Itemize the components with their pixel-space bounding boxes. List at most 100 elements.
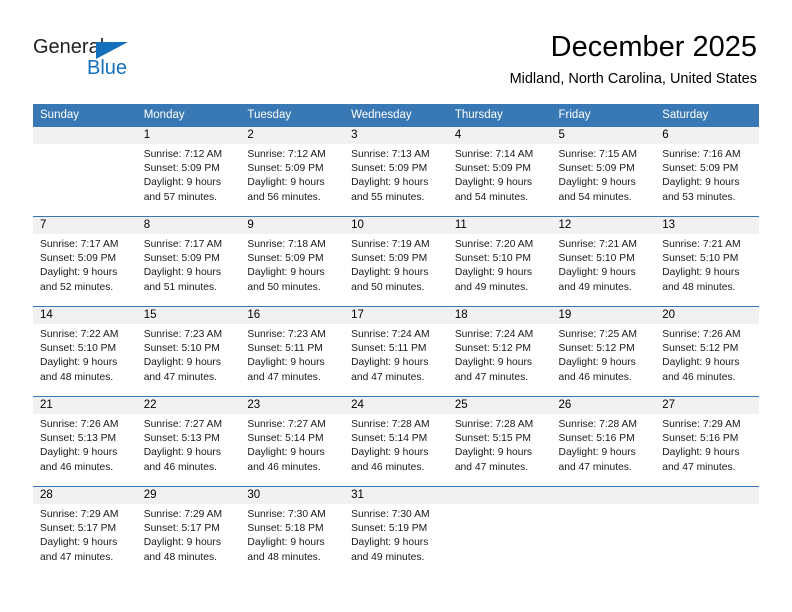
day-sun-info: Sunrise: 7:30 AM Sunset: 5:19 PM Daylight:… bbox=[344, 504, 448, 565]
day-cell[interactable]: 15 Sunrise: 7:23 AM Sunset: 5:10 PM Dayligh… bbox=[136, 307, 241, 396]
day-cell[interactable]: 1 Sunrise: 7:12 AM Sunset: 5:09 PM Daylight… bbox=[136, 127, 241, 216]
day-cell[interactable]: 19 Sunrise: 7:25 AM Sunset: 5:12 PM Dayligh… bbox=[551, 307, 656, 396]
day-cell[interactable]: 28 Sunrise: 7:29 AM Sunset: 5:17 PM Dayligh… bbox=[33, 487, 137, 576]
day-cell[interactable]: 31 Sunrise: 7:30 AM Sunset: 5:19 PM Dayligh… bbox=[344, 487, 448, 576]
day-number: 5 bbox=[551, 127, 656, 144]
calendar-cell bbox=[447, 486, 552, 576]
calendar-cell bbox=[655, 486, 759, 576]
sunrise-time: Sunrise: 7:16 AM bbox=[662, 149, 741, 160]
sunrise-time: Sunrise: 7:30 AM bbox=[247, 509, 326, 520]
day-cell[interactable]: 30 Sunrise: 7:30 AM Sunset: 5:18 PM Dayligh… bbox=[240, 487, 345, 576]
calendar-cell: 28 Sunrise: 7:29 AM Sunset: 5:17 PM Dayligh… bbox=[33, 486, 137, 576]
day-cell[interactable]: 27 Sunrise: 7:29 AM Sunset: 5:16 PM Dayligh… bbox=[655, 397, 759, 486]
daylight-duration-line2: and 55 minutes. bbox=[351, 191, 425, 203]
day-sun-info: Sunrise: 7:17 AM Sunset: 5:09 PM Daylight:… bbox=[137, 234, 241, 295]
daylight-duration-line1: Daylight: 9 hours bbox=[40, 447, 118, 459]
daylight-duration-line1: Daylight: 9 hours bbox=[247, 177, 325, 189]
sunset-time: Sunset: 5:12 PM bbox=[454, 343, 531, 355]
daylight-duration-line2: and 46 minutes. bbox=[351, 461, 425, 473]
sunrise-time: Sunrise: 7:22 AM bbox=[40, 329, 119, 340]
day-cell[interactable]: 26 Sunrise: 7:28 AM Sunset: 5:16 PM Dayligh… bbox=[551, 397, 656, 486]
day-cell[interactable]: 18 Sunrise: 7:24 AM Sunset: 5:12 PM Dayligh… bbox=[447, 307, 552, 396]
day-cell[interactable]: 14 Sunrise: 7:22 AM Sunset: 5:10 PM Dayligh… bbox=[33, 307, 137, 396]
day-sun-info: Sunrise: 7:24 AM Sunset: 5:12 PM Daylight:… bbox=[448, 324, 552, 385]
calendar-cell: 7 Sunrise: 7:17 AM Sunset: 5:09 PM Daylight… bbox=[33, 216, 137, 307]
day-cell[interactable]: 13 Sunrise: 7:21 AM Sunset: 5:10 PM Dayligh… bbox=[655, 217, 759, 306]
calendar-cell: 3 Sunrise: 7:13 AM Sunset: 5:09 PM Daylight… bbox=[344, 126, 448, 217]
day-number: 21 bbox=[33, 397, 137, 414]
sunset-time: Sunset: 5:09 PM bbox=[662, 163, 739, 175]
calendar-week-row: 28 Sunrise: 7:29 AM Sunset: 5:17 PM Dayligh… bbox=[33, 486, 759, 576]
day-cell[interactable]: 2 Sunrise: 7:12 AM Sunset: 5:09 PM Daylight… bbox=[240, 127, 345, 216]
day-number: 20 bbox=[655, 307, 759, 324]
day-cell[interactable]: 22 Sunrise: 7:27 AM Sunset: 5:13 PM Dayligh… bbox=[136, 397, 241, 486]
calendar-cell: 15 Sunrise: 7:23 AM Sunset: 5:10 PM Dayligh… bbox=[136, 306, 241, 397]
day-cell-empty bbox=[655, 487, 759, 576]
calendar-cell: 9 Sunrise: 7:18 AM Sunset: 5:09 PM Daylight… bbox=[240, 216, 345, 307]
day-cell[interactable]: 5 Sunrise: 7:15 AM Sunset: 5:09 PM Daylight… bbox=[551, 127, 656, 216]
sunrise-time: Sunrise: 7:30 AM bbox=[351, 509, 430, 520]
sunrise-time: Sunrise: 7:24 AM bbox=[454, 329, 534, 340]
day-number: 15 bbox=[136, 307, 241, 324]
day-cell[interactable]: 12 Sunrise: 7:21 AM Sunset: 5:10 PM Dayligh… bbox=[551, 217, 656, 306]
day-sun-info: Sunrise: 7:25 AM Sunset: 5:12 PM Daylight:… bbox=[552, 324, 656, 385]
day-cell[interactable]: 21 Sunrise: 7:26 AM Sunset: 5:13 PM Dayligh… bbox=[33, 397, 137, 486]
daylight-duration-line1: Daylight: 9 hours bbox=[247, 357, 325, 369]
day-number: 13 bbox=[655, 217, 759, 234]
day-cell[interactable]: 10 Sunrise: 7:19 AM Sunset: 5:09 PM Dayligh… bbox=[344, 217, 448, 306]
calendar-cell: 29 Sunrise: 7:29 AM Sunset: 5:17 PM Dayligh… bbox=[136, 486, 241, 576]
sunrise-time: Sunrise: 7:13 AM bbox=[351, 149, 430, 160]
day-number: 14 bbox=[33, 307, 137, 324]
sunset-time: Sunset: 5:16 PM bbox=[558, 433, 635, 445]
day-cell[interactable]: 20 Sunrise: 7:26 AM Sunset: 5:12 PM Dayligh… bbox=[655, 307, 759, 396]
daylight-duration-line1: Daylight: 9 hours bbox=[143, 267, 221, 279]
day-sun-info bbox=[448, 504, 552, 508]
sunset-time: Sunset: 5:12 PM bbox=[558, 343, 635, 355]
sunrise-time: Sunrise: 7:21 AM bbox=[558, 239, 637, 250]
day-cell-empty bbox=[33, 127, 137, 216]
daylight-duration-line2: and 50 minutes. bbox=[351, 281, 425, 293]
daylight-duration-line2: and 47 minutes. bbox=[351, 371, 425, 383]
calendar-cell: 18 Sunrise: 7:24 AM Sunset: 5:12 PM Dayligh… bbox=[447, 306, 552, 397]
weekday-header-monday: Monday bbox=[136, 104, 241, 127]
day-sun-info: Sunrise: 7:17 AM Sunset: 5:09 PM Daylight:… bbox=[33, 234, 137, 295]
day-cell[interactable]: 9 Sunrise: 7:18 AM Sunset: 5:09 PM Daylight… bbox=[240, 217, 345, 306]
logo-text-general: General bbox=[33, 36, 105, 58]
day-number: 8 bbox=[136, 217, 241, 234]
daylight-duration-line1: Daylight: 9 hours bbox=[143, 537, 221, 549]
daylight-duration-line1: Daylight: 9 hours bbox=[662, 177, 740, 189]
day-cell[interactable]: 17 Sunrise: 7:24 AM Sunset: 5:11 PM Dayligh… bbox=[344, 307, 448, 396]
daylight-duration-line2: and 48 minutes. bbox=[40, 371, 114, 383]
day-number: 28 bbox=[33, 487, 137, 504]
day-number: 16 bbox=[240, 307, 345, 324]
day-cell[interactable]: 29 Sunrise: 7:29 AM Sunset: 5:17 PM Dayligh… bbox=[136, 487, 241, 576]
daylight-duration-line2: and 48 minutes. bbox=[143, 551, 217, 563]
day-sun-info: Sunrise: 7:12 AM Sunset: 5:09 PM Daylight:… bbox=[240, 144, 344, 205]
day-cell[interactable]: 11 Sunrise: 7:20 AM Sunset: 5:10 PM Dayligh… bbox=[447, 217, 552, 306]
calendar-cell: 30 Sunrise: 7:30 AM Sunset: 5:18 PM Dayligh… bbox=[240, 486, 345, 576]
calendar-cell: 14 Sunrise: 7:22 AM Sunset: 5:10 PM Dayligh… bbox=[33, 306, 137, 397]
sunrise-time: Sunrise: 7:29 AM bbox=[40, 509, 119, 520]
calendar-cell: 16 Sunrise: 7:23 AM Sunset: 5:11 PM Dayligh… bbox=[240, 306, 345, 397]
day-cell[interactable]: 3 Sunrise: 7:13 AM Sunset: 5:09 PM Daylight… bbox=[344, 127, 448, 216]
sunrise-time: Sunrise: 7:24 AM bbox=[351, 329, 430, 340]
generalblue-logo[interactable]: General Blue bbox=[33, 36, 183, 88]
day-cell[interactable]: 6 Sunrise: 7:16 AM Sunset: 5:09 PM Daylight… bbox=[655, 127, 759, 216]
day-sun-info: Sunrise: 7:14 AM Sunset: 5:09 PM Daylight:… bbox=[448, 144, 552, 205]
day-cell[interactable]: 8 Sunrise: 7:17 AM Sunset: 5:09 PM Daylight… bbox=[136, 217, 241, 306]
daylight-duration-line1: Daylight: 9 hours bbox=[351, 357, 429, 369]
calendar-week-row: 14 Sunrise: 7:22 AM Sunset: 5:10 PM Dayligh… bbox=[33, 306, 759, 397]
calendar-cell: 22 Sunrise: 7:27 AM Sunset: 5:13 PM Dayligh… bbox=[136, 396, 241, 487]
daylight-duration-line1: Daylight: 9 hours bbox=[351, 267, 429, 279]
day-cell[interactable]: 23 Sunrise: 7:27 AM Sunset: 5:14 PM Dayligh… bbox=[240, 397, 345, 486]
day-cell[interactable]: 25 Sunrise: 7:28 AM Sunset: 5:15 PM Dayligh… bbox=[447, 397, 552, 486]
day-cell[interactable]: 7 Sunrise: 7:17 AM Sunset: 5:09 PM Daylight… bbox=[33, 217, 137, 306]
sunset-time: Sunset: 5:15 PM bbox=[454, 433, 531, 445]
sunset-time: Sunset: 5:09 PM bbox=[143, 163, 220, 175]
calendar-cell: 20 Sunrise: 7:26 AM Sunset: 5:12 PM Dayligh… bbox=[655, 306, 759, 397]
page-subtitle: Midland, North Carolina, United States bbox=[509, 71, 757, 87]
day-cell[interactable]: 24 Sunrise: 7:28 AM Sunset: 5:14 PM Dayligh… bbox=[344, 397, 448, 486]
day-cell[interactable]: 4 Sunrise: 7:14 AM Sunset: 5:09 PM Daylight… bbox=[447, 127, 552, 216]
daylight-duration-line1: Daylight: 9 hours bbox=[143, 357, 221, 369]
day-cell[interactable]: 16 Sunrise: 7:23 AM Sunset: 5:11 PM Dayligh… bbox=[240, 307, 345, 396]
